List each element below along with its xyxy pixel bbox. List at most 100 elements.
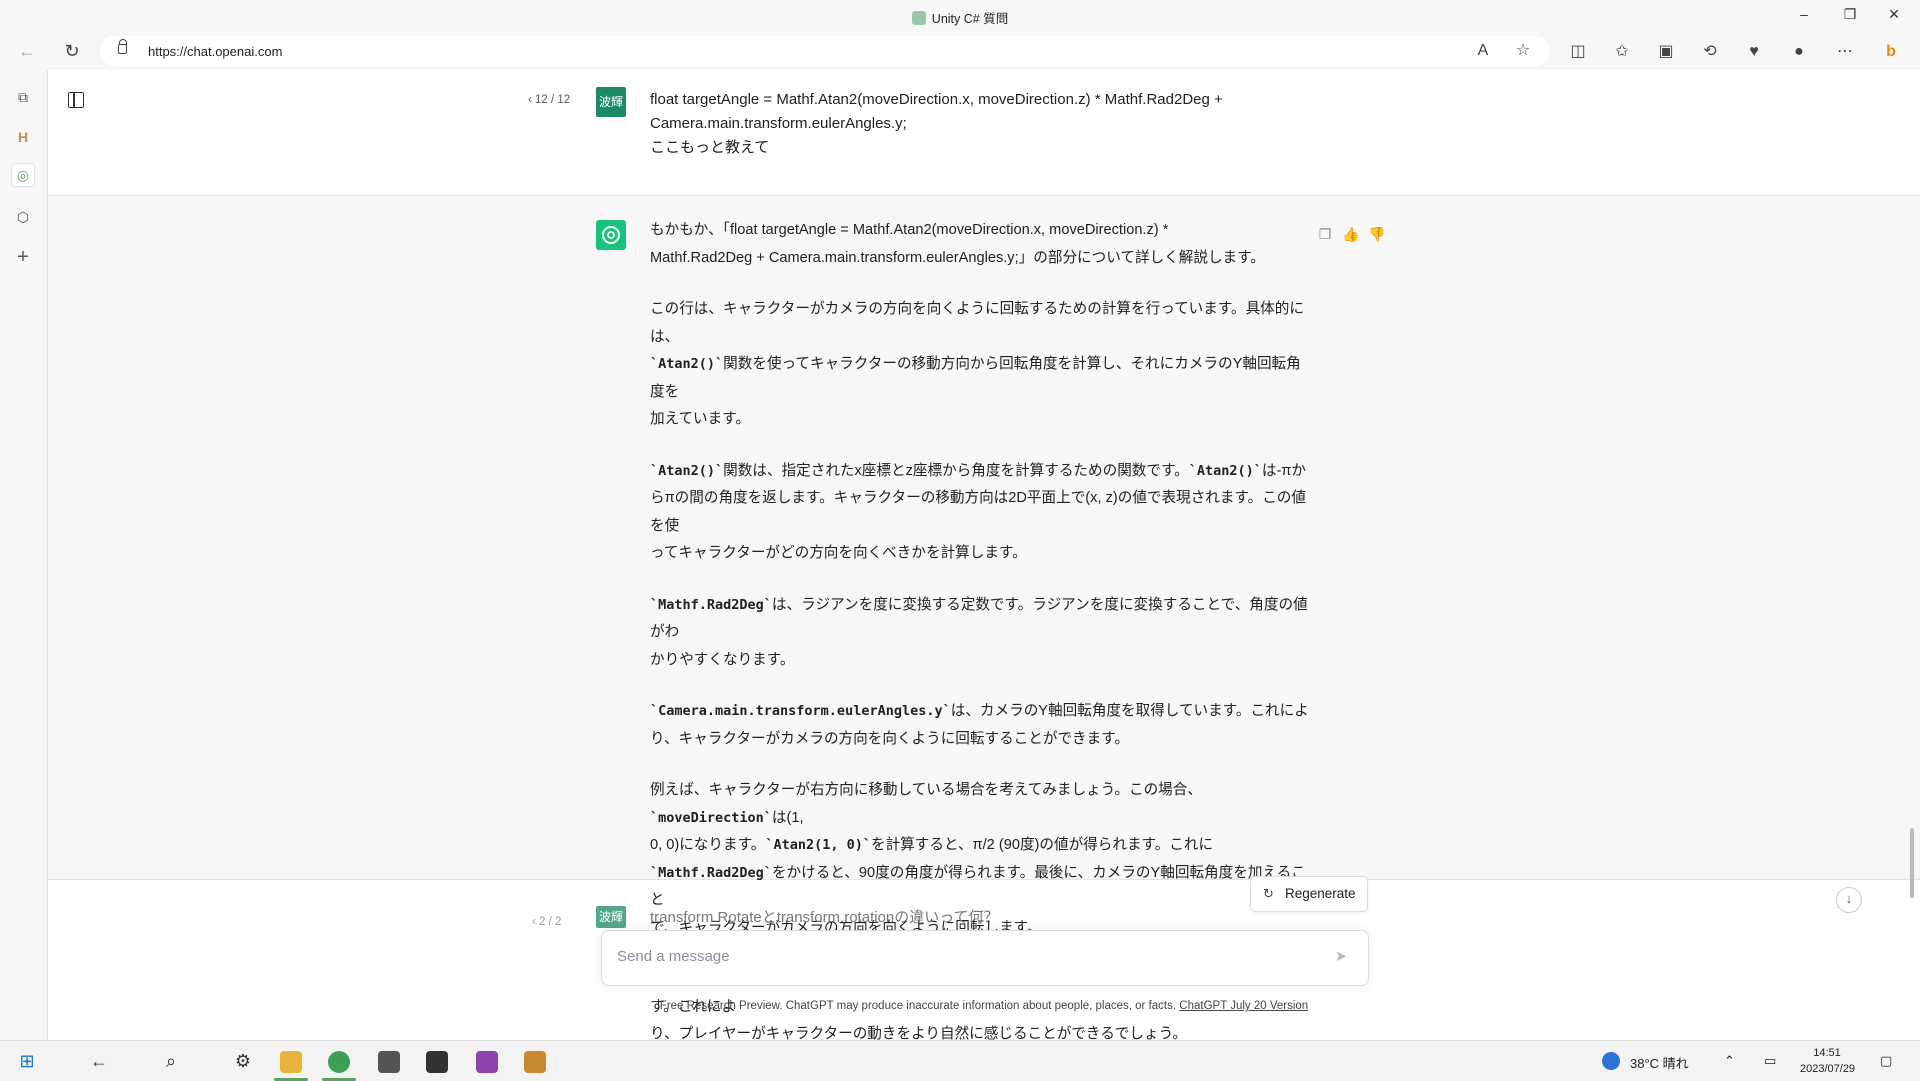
clock[interactable]: 14:51 2023/07/29	[1800, 1045, 1856, 1077]
message-input-placeholder[interactable]: Send a message	[617, 948, 730, 965]
message-pager[interactable]: ‹ 12 / 12	[528, 94, 570, 106]
user-message-block: ‹ 12 / 12 波輝 float targetAngle = Mathf.A…	[48, 70, 1920, 196]
bing-chat-icon[interactable]: b	[1880, 41, 1902, 63]
text: らπの間の角度を返します。キャラクターの移動方向は2D平面上で(x, z)の値で…	[650, 490, 1306, 534]
send-icon[interactable]: ➤	[1332, 947, 1350, 965]
read-aloud-icon[interactable]: A	[1472, 40, 1494, 62]
text: 関数を使ってキャラクターの移動方向から回転角度を計算し、それにカメラのY軸回転角…	[650, 356, 1301, 400]
back-arrow-icon[interactable]: ←	[86, 1049, 112, 1073]
inline-code: `Atan2()`	[1188, 462, 1262, 479]
text: は(1,	[771, 809, 804, 826]
add-tab-icon[interactable]: +	[12, 246, 34, 268]
tab-actions-icon[interactable]: ⧉	[12, 86, 34, 108]
weather-icon[interactable]	[1602, 1052, 1620, 1070]
copy-icon[interactable]: ❐	[1316, 226, 1334, 244]
user-message-text: float targetAngle = Mathf.Atan2(moveDire…	[650, 88, 1223, 160]
user-avatar: 波輝	[596, 87, 626, 117]
edge-sidebar: ⧉ H ◎ ⬡ +	[0, 70, 48, 1040]
regenerate-label: Regenerate	[1285, 886, 1356, 901]
chat-page: ‹ 12 / 12 波輝 float targetAngle = Mathf.A…	[48, 70, 1920, 1040]
inline-code: `Camera.main.transform.eulerAngles.y`	[650, 703, 951, 719]
pager-text: 12 / 12	[535, 94, 571, 106]
edge-browser-icon[interactable]	[322, 1051, 356, 1081]
sidebar-tab-h-icon[interactable]: H	[12, 126, 34, 148]
text: ってキャラクターがどの方向を向くべきかを計算します。	[650, 545, 1027, 561]
sidebar-toggle-icon[interactable]	[68, 92, 84, 108]
message-composer[interactable]: Send a message ➤	[601, 930, 1369, 986]
unity-editor-icon[interactable]	[426, 1051, 448, 1073]
address-bar[interactable]: https://chat.openai.com A ☆	[100, 36, 1550, 66]
photos-icon[interactable]	[524, 1051, 546, 1073]
settings-icon[interactable]: ⚙	[230, 1049, 256, 1073]
extensions-icon[interactable]: ♥	[1743, 41, 1765, 63]
scroll-down-button[interactable]: ↓	[1836, 887, 1862, 913]
paragraph-1: この行は、キャラクターがカメラの方向を向くように回転するための計算を行っています…	[650, 296, 1310, 434]
version-link[interactable]: ChatGPT July 20 Version	[1179, 1000, 1308, 1012]
inline-code: `Atan2()`	[650, 462, 724, 479]
search-icon[interactable]: ⌕	[158, 1049, 184, 1073]
date-text: 2023/07/29	[1800, 1063, 1856, 1075]
browser-toolbar: ← ↻ https://chat.openai.com A ☆ ◫ ✩ ▣ ⟲ …	[0, 32, 1920, 70]
text: 関数は、指定されたx座標とz座標から角度を計算するための関数です。	[723, 462, 1189, 479]
chatgpt-favicon-icon	[911, 11, 926, 25]
profile-avatar-icon[interactable]: ●	[1788, 41, 1810, 63]
message-actions: ❐ 👍 👎	[1316, 226, 1394, 244]
paragraph-3: `Mathf.Rad2Deg`は、ラジアンを度に変換する定数です。ラジアンを度に…	[650, 592, 1310, 675]
back-button[interactable]: ←	[15, 39, 39, 63]
text: り、キャラクターがカメラの方向を向くように回転することができます。	[650, 730, 1129, 747]
regenerate-button[interactable]: ↻ Regenerate	[1250, 876, 1368, 912]
window-title-bar: Unity C# 質問 – ❐ ✕	[0, 0, 1920, 32]
refresh-button[interactable]: ↻	[60, 39, 84, 63]
pager-text: 2 / 2	[539, 916, 562, 928]
weather-text[interactable]: 38°C 晴れ	[1630, 1053, 1689, 1072]
more-menu-icon[interactable]: ⋯	[1834, 41, 1856, 63]
text: この行は、キャラクターがカメラの方向を向くように回転するための計算を行っています…	[650, 301, 1304, 345]
text: かりやすくなります。	[650, 651, 795, 668]
close-button[interactable]: ✕	[1884, 6, 1904, 23]
page-scrollbar[interactable]	[1910, 828, 1914, 898]
notifications-icon[interactable]: ▢	[1880, 1053, 1892, 1069]
text: り、プレイヤーがキャラクターの動きをより自然に感じることができるでしょう。	[650, 1026, 1187, 1040]
chatgpt-avatar-icon	[596, 220, 626, 250]
collections-icon[interactable]: ▣	[1655, 41, 1677, 63]
text: は-πか	[1261, 462, 1306, 479]
text: 0, 0)になります。	[650, 837, 766, 853]
favorites-icon[interactable]: ✩	[1611, 41, 1633, 63]
text: は、カメラのY軸回転角度を取得しています。これによ	[950, 703, 1309, 719]
minimize-button[interactable]: –	[1794, 6, 1814, 22]
file-explorer-icon[interactable]	[274, 1051, 308, 1081]
intro-paragraph: もかもか、「float targetAngle = Mathf.Atan2(mo…	[650, 217, 1310, 272]
user-line: ここもっと教えて	[650, 139, 770, 156]
text: を計算すると、π/2 (90度)の値が得られます。これに	[870, 837, 1214, 853]
network-icon[interactable]: ▭	[1764, 1053, 1776, 1069]
tray-chevron-icon[interactable]: ⌃	[1724, 1053, 1735, 1069]
assistant-message-block: ❐ 👍 👎 もかもか、「float targetAngle = Mathf.Atan…	[48, 196, 1920, 1040]
window-title: Unity C# 質問	[0, 8, 1920, 27]
inline-code: `Mathf.Rad2Deg`	[650, 596, 772, 613]
user-line: Camera.main.transform.eulerAngles.y;	[650, 115, 907, 132]
user-line: float targetAngle = Mathf.Atan2(moveDire…	[650, 91, 1223, 108]
regenerate-icon: ↻	[1263, 886, 1274, 901]
time-text: 14:51	[1813, 1047, 1841, 1059]
sidebar-tab-chatgpt-icon[interactable]: ◎	[12, 164, 34, 186]
next-user-message-text: transform.Rotateとtransform.rotationの違いって…	[650, 909, 999, 926]
inline-code: `Atan2(1, 0)`	[765, 837, 871, 853]
window-title-text: Unity C# 質問	[931, 12, 1009, 26]
split-screen-icon[interactable]: ◫	[1567, 41, 1589, 63]
text: 例えば、キャラクターが右方向に移動している場合を考えてみましょう。この場合、	[650, 782, 1202, 798]
unity-hub-icon[interactable]	[378, 1051, 400, 1073]
thumbs-up-icon[interactable]: 👍	[1342, 226, 1360, 244]
history-icon[interactable]: ⟲	[1699, 41, 1721, 63]
next-message-pager[interactable]: ‹ 2 / 2	[532, 916, 561, 928]
windows-taskbar: ⊞ ← ⌕ ⚙ 38°C 晴れ ⌃ ▭ 14:51 2023/07/29 ▢	[0, 1040, 1920, 1081]
favorite-star-icon[interactable]: ☆	[1512, 40, 1534, 62]
inline-code: `moveDirection`	[650, 809, 772, 826]
sidebar-tab-unity-icon[interactable]: ⬡	[12, 206, 34, 228]
restore-button[interactable]: ❐	[1840, 6, 1860, 23]
visual-studio-icon[interactable]	[476, 1051, 498, 1073]
thumbs-down-icon[interactable]: 👎	[1368, 226, 1386, 244]
text: 加えています。	[650, 411, 750, 427]
text: もかもか、「float targetAngle = Mathf.Atan2(mo…	[650, 222, 1169, 238]
paragraph-2: `Atan2()`関数は、指定されたx座標とz座標から角度を計算するための関数で…	[650, 458, 1310, 568]
windows-start-icon[interactable]: ⊞	[14, 1049, 40, 1073]
